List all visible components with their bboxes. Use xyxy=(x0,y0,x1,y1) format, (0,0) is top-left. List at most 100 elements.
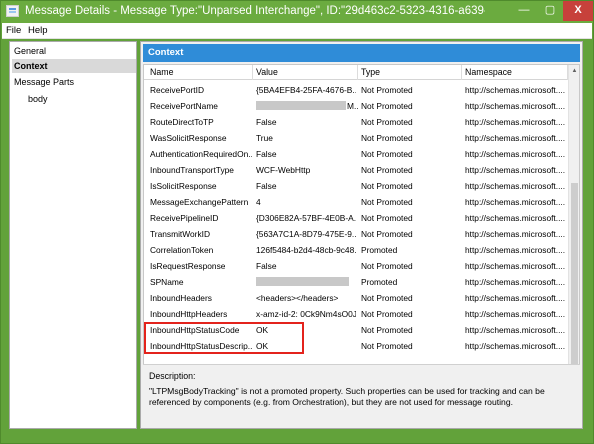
property-type: Not Promoted xyxy=(361,229,413,239)
column-header-type[interactable]: Type xyxy=(361,67,380,77)
maximize-button[interactable]: ▢ xyxy=(537,1,563,21)
property-name: IsRequestResponse xyxy=(150,261,226,271)
scroll-up-icon[interactable]: ▲ xyxy=(570,66,579,76)
property-type: Not Promoted xyxy=(361,261,413,271)
menu-help[interactable]: Help xyxy=(28,25,48,36)
tree-item-body[interactable]: body xyxy=(28,92,128,106)
property-namespace: http://schemas.microsoft.... xyxy=(465,277,565,287)
property-type: Not Promoted xyxy=(361,341,413,351)
table-row[interactable]: ReceivePortID {5BA4EFB4-25FA-4676-B... Not… xyxy=(144,82,568,98)
property-name: ReceivePipelineID xyxy=(150,213,219,223)
description-pane: Description: "LTPMsgBodyTracking" is not… xyxy=(143,364,580,426)
close-button[interactable]: X xyxy=(563,1,593,21)
property-type: Not Promoted xyxy=(361,325,413,335)
column-header-value[interactable]: Value xyxy=(256,67,278,77)
property-name: TransmitWorkID xyxy=(150,229,211,239)
table-row[interactable]: MessageExchangePattern 4 Not Promoted http:… xyxy=(144,194,568,210)
tree-item-message-parts[interactable]: Message Parts xyxy=(14,75,134,89)
column-header-namespace[interactable]: Namespace xyxy=(465,67,512,77)
property-value: False xyxy=(256,181,277,191)
property-namespace: http://schemas.microsoft.... xyxy=(465,325,565,335)
property-name: RouteDirectToTP xyxy=(150,117,214,127)
app-icon xyxy=(6,5,19,17)
property-value: M... xyxy=(347,101,359,111)
property-value: {D306E82A-57BF-4E0B-A... xyxy=(256,213,356,223)
column-header-name[interactable]: Name xyxy=(150,67,173,77)
property-name: SPName xyxy=(150,277,184,287)
annotation-highlight-box xyxy=(144,322,304,354)
redacted-value xyxy=(256,277,349,286)
property-name: InboundHeaders xyxy=(150,293,212,303)
property-type: Not Promoted xyxy=(361,181,413,191)
table-row[interactable]: WasSolicitResponse True Not Promoted http:/… xyxy=(144,130,568,146)
table-row[interactable]: IsSolicitResponse False Not Promoted http:/… xyxy=(144,178,568,194)
property-namespace: http://schemas.microsoft.... xyxy=(465,117,565,127)
tree-item-context[interactable]: Context xyxy=(12,59,136,73)
context-panel: Context Name Value Type Namespace Receiv… xyxy=(140,41,583,429)
property-namespace: http://schemas.microsoft.... xyxy=(465,149,565,159)
menu-bar: File Help xyxy=(2,23,592,39)
property-namespace: http://schemas.microsoft.... xyxy=(465,341,565,351)
table-row[interactable]: InboundTransportType WCF-WebHttp Not Promo… xyxy=(144,162,568,178)
property-value: {5BA4EFB4-25FA-4676-B... xyxy=(256,85,356,95)
property-type: Not Promoted xyxy=(361,117,413,127)
table-row[interactable]: AuthenticationRequiredOn... False Not Prom… xyxy=(144,146,568,162)
table-row[interactable]: SPName Promoted http://schemas.microsoft..… xyxy=(144,274,568,290)
redacted-value xyxy=(256,101,346,110)
title-bar[interactable]: Message Details - Message Type:"Unparsed… xyxy=(1,1,593,23)
property-type: Not Promoted xyxy=(361,133,413,143)
vertical-scrollbar[interactable]: ▲ ▼ xyxy=(568,65,579,397)
property-value: False xyxy=(256,149,277,159)
property-type: Not Promoted xyxy=(361,165,413,175)
table-row[interactable]: RouteDirectToTP False Not Promoted http://s… xyxy=(144,114,568,130)
property-value: x-amz-id-2: 0Ck9Nm4sO0J... xyxy=(256,309,356,319)
property-name: MessageExchangePattern xyxy=(150,197,249,207)
property-type: Not Promoted xyxy=(361,213,413,223)
property-type: Not Promoted xyxy=(361,149,413,159)
property-value: <headers></headers> xyxy=(256,293,339,303)
property-name: InboundHttpHeaders xyxy=(150,309,228,319)
property-type: Promoted xyxy=(361,277,398,287)
table-row[interactable]: ReceivePipelineID {D306E82A-57BF-4E0B-A..… xyxy=(144,210,568,226)
property-namespace: http://schemas.microsoft.... xyxy=(465,213,565,223)
property-name: InboundTransportType xyxy=(150,165,234,175)
property-namespace: http://schemas.microsoft.... xyxy=(465,85,565,95)
context-header: Context xyxy=(143,44,580,62)
window-title: Message Details - Message Type:"Unparsed… xyxy=(25,5,485,17)
property-namespace: http://schemas.microsoft.... xyxy=(465,101,565,111)
property-type: Not Promoted xyxy=(361,293,413,303)
property-type: Promoted xyxy=(361,245,398,255)
property-value: True xyxy=(256,133,273,143)
property-value: 4 xyxy=(256,197,261,207)
table-row[interactable]: ReceivePortName M...Not Promoted http://sc… xyxy=(144,98,568,114)
table-row[interactable]: CorrelationToken 126f5484-b2d4-48cb-9c48.… xyxy=(144,242,568,258)
property-namespace: http://schemas.microsoft.... xyxy=(465,309,565,319)
property-namespace: http://schemas.microsoft.... xyxy=(465,165,565,175)
property-namespace: http://schemas.microsoft.... xyxy=(465,261,565,271)
property-namespace: http://schemas.microsoft.... xyxy=(465,197,565,207)
property-namespace: http://schemas.microsoft.... xyxy=(465,133,565,143)
tree-item-general[interactable]: General xyxy=(14,44,134,58)
property-namespace: http://schemas.microsoft.... xyxy=(465,229,565,239)
message-details-window: Message Details - Message Type:"Unparsed… xyxy=(0,0,594,444)
property-namespace: http://schemas.microsoft.... xyxy=(465,181,565,191)
grid-header: Name Value Type Namespace xyxy=(144,65,568,80)
menu-file[interactable]: File xyxy=(6,25,21,36)
description-text: "LTPMsgBodyTracking" is not a promoted p… xyxy=(149,386,545,407)
property-name: ReceivePortID xyxy=(150,85,204,95)
table-row[interactable]: InboundHeaders <headers></headers> Not Pro… xyxy=(144,290,568,306)
property-namespace: http://schemas.microsoft.... xyxy=(465,293,565,303)
property-name: AuthenticationRequiredOn... xyxy=(150,149,252,159)
navigation-tree: General Context Message Parts body xyxy=(9,41,137,429)
property-name: IsSolicitResponse xyxy=(150,181,217,191)
property-value: 126f5484-b2d4-48cb-9c48... xyxy=(256,245,356,255)
property-name: CorrelationToken xyxy=(150,245,214,255)
property-value: False xyxy=(256,117,277,127)
property-type: Not Promoted xyxy=(361,309,413,319)
table-row[interactable]: InboundHttpHeaders x-amz-id-2: 0Ck9Nm4sO0… xyxy=(144,306,568,322)
table-row[interactable]: IsRequestResponse False Not Promoted http:/… xyxy=(144,258,568,274)
property-type: Not Promoted xyxy=(361,85,413,95)
minimize-button[interactable]: — xyxy=(511,1,537,21)
table-row[interactable]: TransmitWorkID {563A7C1A-8D79-475E-9... No… xyxy=(144,226,568,242)
scroll-thumb[interactable] xyxy=(571,183,578,373)
